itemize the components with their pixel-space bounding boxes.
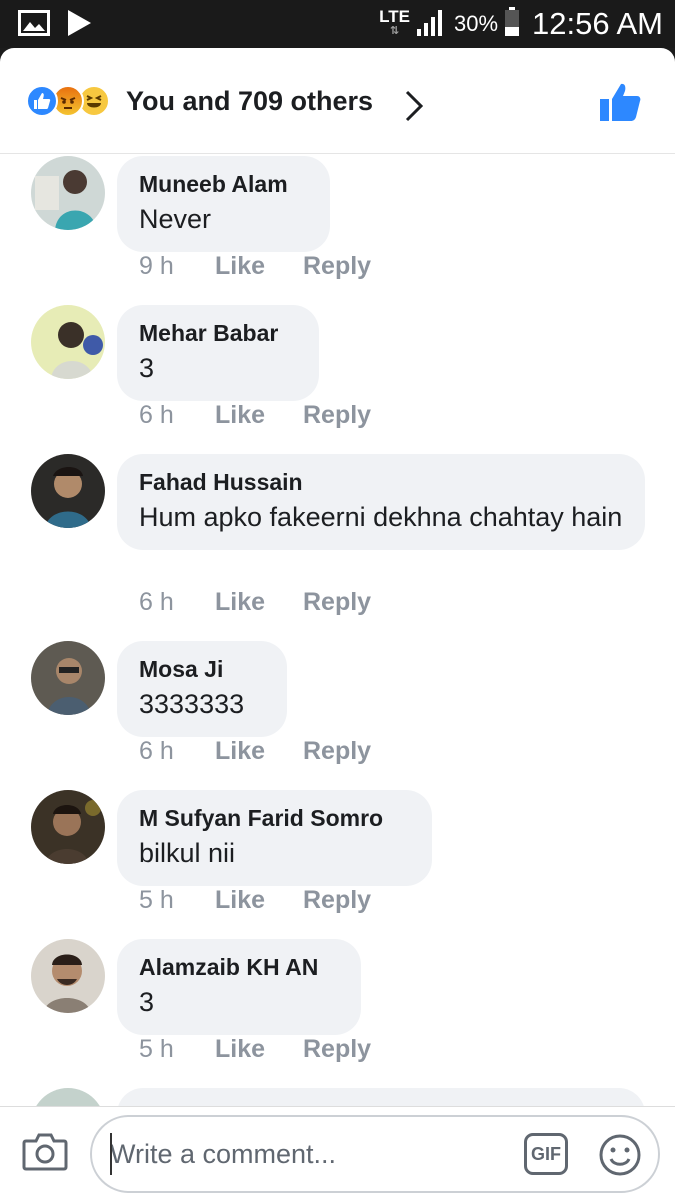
gallery-notification-icon — [18, 10, 50, 41]
comment-author[interactable]: Fahad Hussain — [139, 467, 623, 497]
reactions-comments-sheet: You and 709 others Muneeb Alam Never 9 h… — [0, 48, 675, 1200]
comment-reply-button[interactable]: Reply — [303, 401, 371, 430]
avatar[interactable] — [31, 641, 105, 715]
comment-like-button[interactable]: Like — [215, 588, 303, 617]
comment-author[interactable]: M Sufyan Farid Somro — [139, 803, 410, 833]
network-type: LTE ⇅ — [379, 7, 410, 37]
comment-time: 6 h — [139, 588, 174, 616]
chevron-right-icon[interactable] — [404, 90, 424, 127]
comment-like-button[interactable]: Like — [215, 401, 303, 430]
text-cursor — [110, 1133, 112, 1175]
comment-author[interactable]: Mehar Babar — [139, 318, 297, 348]
avatar[interactable] — [31, 939, 105, 1013]
status-bar: LTE ⇅ 30% 12:56 AM — [0, 0, 675, 48]
comment-like-button[interactable]: Like — [215, 1035, 303, 1064]
comment-author[interactable]: Mosa Ji — [139, 654, 265, 684]
comment-time: 6 h — [139, 401, 174, 429]
comment-bubble[interactable]: Alamzaib KH AN 3 — [117, 939, 361, 1035]
sticker-icon[interactable] — [598, 1133, 642, 1182]
avatar[interactable] — [31, 790, 105, 864]
comment-actions: 5 h Like Reply — [139, 886, 371, 915]
comment-time: 9 h — [139, 252, 174, 280]
comment-actions: 6 h Like Reply — [139, 737, 371, 766]
reactions-header[interactable]: You and 709 others — [0, 48, 675, 154]
comment-bubble[interactable]: Fahad Hussain Hum apko fakeerni dekhna c… — [117, 454, 645, 550]
comment-reply-button[interactable]: Reply — [303, 737, 371, 766]
battery-percent: 30% — [453, 11, 499, 36]
comment-bubble[interactable] — [117, 1088, 645, 1106]
avatar[interactable] — [31, 1088, 105, 1106]
comment-input[interactable] — [110, 1133, 510, 1175]
comment-bubble[interactable]: Mehar Babar 3 — [117, 305, 319, 401]
comment-author[interactable]: Muneeb Alam — [139, 169, 308, 199]
comment-reply-button[interactable]: Reply — [303, 886, 371, 915]
avatar[interactable] — [31, 454, 105, 528]
reaction-icons — [26, 85, 110, 117]
comment-actions: 9 h Like Reply — [139, 252, 371, 281]
comment-reply-button[interactable]: Reply — [303, 252, 371, 281]
comment-actions: 6 h Like Reply — [139, 401, 371, 430]
play-notification-icon — [66, 9, 92, 42]
comment-text: Never — [139, 204, 212, 234]
comment-author[interactable]: Alamzaib KH AN — [139, 952, 339, 982]
comment-like-button[interactable]: Like — [215, 886, 303, 915]
comment-text: Hum apko fakeerni dekhna chahtay hain — [139, 502, 623, 532]
comment-bubble[interactable]: Muneeb Alam Never — [117, 156, 330, 252]
comment-reply-button[interactable]: Reply — [303, 1035, 371, 1064]
comment-bubble[interactable]: M Sufyan Farid Somro bilkul nii — [117, 790, 432, 886]
comment-text: 3 — [139, 987, 155, 1017]
comment-time: 5 h — [139, 886, 174, 914]
comment-time: 5 h — [139, 1035, 174, 1063]
battery-icon — [504, 6, 520, 42]
like-post-button[interactable] — [599, 82, 641, 127]
clock: 12:56 AM — [532, 6, 663, 41]
like-reaction-icon — [26, 85, 58, 117]
camera-icon[interactable] — [22, 1131, 68, 1176]
comments-list[interactable]: Muneeb Alam Never 9 h Like Reply Mehar B… — [0, 154, 675, 1106]
comment-bubble[interactable]: Mosa Ji 3333333 — [117, 641, 287, 737]
comment-text: 3333333 — [139, 689, 245, 719]
comment-like-button[interactable]: Like — [215, 252, 303, 281]
comment-like-button[interactable]: Like — [215, 737, 303, 766]
comment-time: 6 h — [139, 737, 174, 765]
gif-button[interactable]: GIF — [524, 1133, 568, 1175]
comment-text: 3 — [139, 353, 155, 383]
reaction-summary[interactable]: You and 709 others — [126, 86, 373, 117]
comment-text: bilkul nii — [139, 838, 236, 868]
signal-icon — [416, 7, 446, 42]
comment-reply-button[interactable]: Reply — [303, 588, 371, 617]
avatar[interactable] — [31, 305, 105, 379]
comment-composer: GIF — [0, 1106, 675, 1200]
avatar[interactable] — [31, 156, 105, 230]
comment-input-container[interactable]: GIF — [90, 1115, 660, 1193]
comment-actions: 6 h Like Reply — [139, 588, 371, 617]
comment-actions: 5 h Like Reply — [139, 1035, 371, 1064]
